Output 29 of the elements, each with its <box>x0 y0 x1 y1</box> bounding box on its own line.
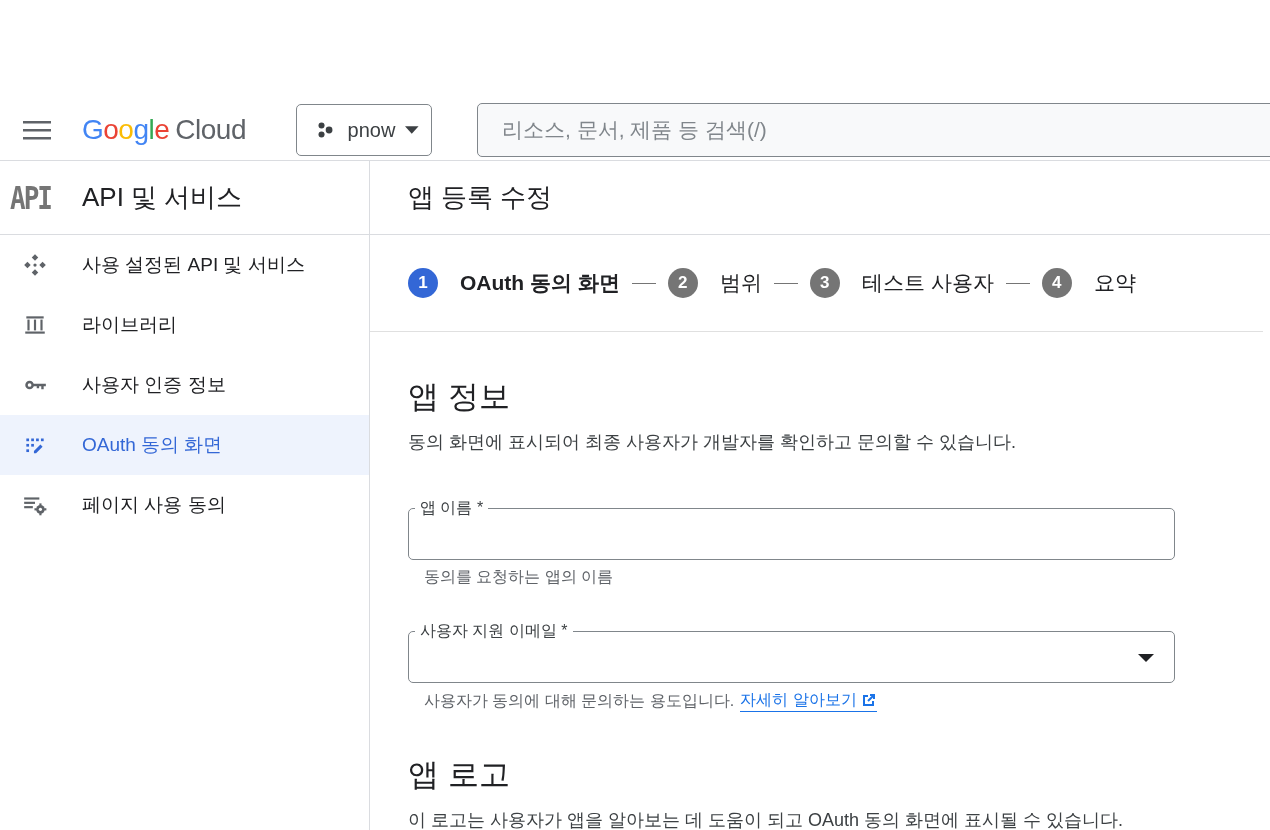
section-heading: 앱 정보 <box>408 378 511 416</box>
stepper-step[interactable]: 1 OAuth 동의 화면 <box>408 268 620 298</box>
sidebar-item[interactable]: 사용자 인증 정보 <box>0 355 369 415</box>
page-title: 앱 등록 수정 <box>408 181 553 214</box>
caret-icon <box>405 125 419 135</box>
sidebar-item[interactable]: 라이브러리 <box>0 295 369 355</box>
google-cloud-logo[interactable]: Google Cloud <box>82 114 246 146</box>
section-description: 동의 화면에 표시되어 최종 사용자가 개발자를 확인하고 문의할 수 있습니다. <box>408 431 1017 454</box>
app-name-field[interactable]: 앱 이름 * <box>408 498 1175 560</box>
stepper-step[interactable]: 2 범위 <box>667 268 762 298</box>
search-field[interactable]: 리소스, 문서, 제품 등 검색(/) <box>477 103 1270 157</box>
section-heading: 앱 로고 <box>408 756 511 794</box>
email-dropdown[interactable]: 사용자 지원 이메일 * <box>408 621 1175 683</box>
sidebar-item[interactable]: 사용 설정된 API 및 서비스 <box>0 235 369 295</box>
diamond-dots-icon <box>22 252 48 278</box>
menu-button[interactable] <box>22 118 52 142</box>
api-logo: API <box>10 179 52 216</box>
section-description: 이 로고는 사용자가 앱을 알아보는 데 도움이 되고 OAuth 동의 화면에 표시될 수 있습니다. <box>408 809 1125 830</box>
caret-icon <box>1138 653 1154 662</box>
stepper-step[interactable]: 4 요약 <box>1041 268 1136 298</box>
section-title: API 및 서비스 <box>82 181 243 214</box>
helper-text: 사용자가 동의에 대해 문의하는 용도입니다. <box>424 690 735 711</box>
stepper-step[interactable]: 3 테스트 사용자 <box>809 268 994 298</box>
project-picker[interactable]: pnow <box>296 104 432 156</box>
helper-text: 동의를 요청하는 앱의 이름 <box>424 567 614 587</box>
sidebar-item[interactable]: OAuth 동의 화면 <box>0 415 369 475</box>
sidebar-item[interactable]: 페이지 사용 동의 <box>0 475 369 535</box>
learn-more-link[interactable]: 자세히 알아보기 <box>740 689 877 712</box>
external-link-icon <box>860 692 877 708</box>
